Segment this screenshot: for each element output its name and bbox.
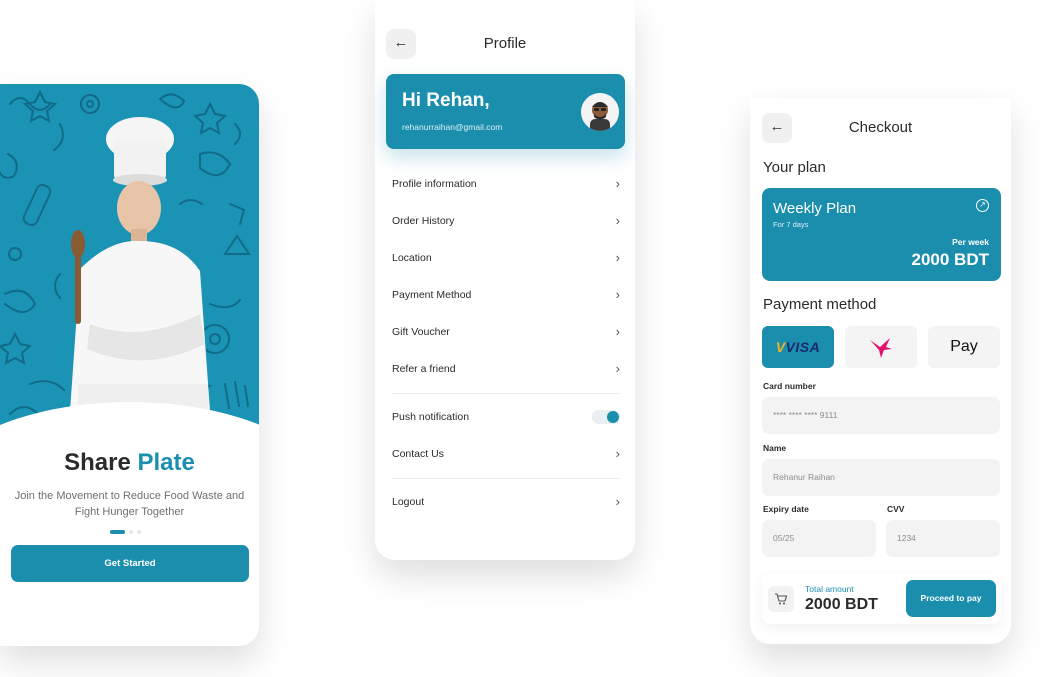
- cvv-field[interactable]: 1234: [886, 520, 1000, 557]
- plan-price: 2000 BDT: [911, 250, 989, 269]
- divider: [392, 478, 620, 479]
- chevron-right-icon: ›: [615, 213, 620, 228]
- plan-duration: For 7 days: [773, 220, 809, 229]
- onboarding-screen: Share Plate Join the Movement to Reduce …: [0, 84, 259, 646]
- menu-item-label: Contact Us: [392, 448, 444, 460]
- bird-logo-icon: [870, 337, 892, 358]
- onboarding-subtitle: Join the Movement to Reduce Food Waste a…: [14, 490, 245, 518]
- avatar[interactable]: [581, 93, 619, 131]
- get-started-button[interactable]: Get Started: [11, 545, 249, 582]
- menu-item-location[interactable]: Location ›: [392, 248, 620, 268]
- menu-item-label: Refer a friend: [392, 363, 456, 375]
- proceed-to-pay-button[interactable]: Proceed to pay: [906, 580, 996, 617]
- menu-item-gift-voucher[interactable]: Gift Voucher ›: [392, 322, 620, 342]
- menu-item-order-history[interactable]: Order History ›: [392, 211, 620, 231]
- user-card: Hi Rehan, rehanurraihan@gmail.com: [386, 74, 625, 149]
- name-field[interactable]: Rehanur Raihan: [762, 459, 1000, 496]
- page-indicator: [110, 530, 141, 534]
- app-title-part2: Plate: [137, 449, 195, 476]
- card-number-label: Card number: [763, 381, 816, 391]
- menu-item-label: Location: [392, 252, 432, 264]
- plan-card[interactable]: Weekly Plan For 7 days ↗ Per week 2000 B…: [762, 188, 1001, 281]
- cart-icon: [775, 593, 788, 605]
- chevron-right-icon: ›: [615, 494, 620, 509]
- chevron-right-icon: ›: [615, 287, 620, 302]
- expiry-date-label: Expiry date: [763, 504, 809, 514]
- total-amount-value: 2000 BDT: [805, 596, 878, 613]
- card-number-field[interactable]: **** **** **** 9111: [762, 397, 1000, 434]
- toggle-knob: [607, 411, 619, 423]
- cvv-label: CVV: [887, 504, 905, 514]
- visa-logo: VVISA: [775, 339, 821, 355]
- push-notification-toggle[interactable]: [592, 410, 620, 424]
- menu-item-push-notification: Push notification: [392, 407, 620, 427]
- chevron-right-icon: ›: [615, 176, 620, 191]
- total-amount-label: Total amount: [805, 584, 854, 594]
- app-title-part1: Share: [64, 449, 131, 476]
- menu-item-label: Gift Voucher: [392, 326, 450, 338]
- menu-item-refer-a-friend[interactable]: Refer a friend ›: [392, 359, 620, 379]
- page-dot: [137, 530, 141, 534]
- page-title: Profile: [483, 35, 527, 52]
- user-greeting: Hi Rehan,: [402, 90, 490, 111]
- plan-period: Per week: [952, 237, 989, 247]
- cart-button[interactable]: [768, 586, 794, 612]
- chevron-right-icon: ›: [615, 446, 620, 461]
- menu-item-label: Order History: [392, 215, 455, 227]
- menu-item-label: Profile information: [392, 178, 477, 190]
- app-title: Share Plate: [0, 449, 259, 477]
- avatar-image: [581, 93, 619, 131]
- your-plan-heading: Your plan: [763, 159, 826, 176]
- expiry-date-field[interactable]: 05/25: [762, 520, 876, 557]
- payment-option-apple-pay[interactable]: Pay: [928, 326, 1000, 368]
- apple-pay-logo: Pay: [950, 338, 978, 355]
- profile-screen: ← Profile Hi Rehan, rehanurraihan@gmail.…: [375, 0, 635, 560]
- page-dot-active: [110, 530, 125, 534]
- menu-item-contact-us[interactable]: Contact Us ›: [392, 444, 620, 464]
- chevron-right-icon: ›: [615, 250, 620, 265]
- menu-item-logout[interactable]: Logout ›: [392, 492, 620, 512]
- chevron-right-icon: ›: [615, 324, 620, 339]
- total-bar: Total amount 2000 BDT Proceed to pay: [762, 574, 1001, 624]
- page-title: Checkout: [848, 119, 913, 136]
- page-dot: [129, 530, 133, 534]
- name-label: Name: [763, 443, 787, 453]
- chevron-right-icon: ›: [615, 361, 620, 376]
- user-email: rehanurraihan@gmail.com: [402, 122, 503, 132]
- menu-item-label: Push notification: [392, 411, 470, 423]
- payment-option-visa[interactable]: VVISA: [762, 326, 834, 368]
- plan-name: Weekly Plan: [773, 200, 857, 217]
- divider: [392, 393, 620, 394]
- external-link-icon[interactable]: ↗: [976, 199, 989, 212]
- menu-item-label: Payment Method: [392, 289, 472, 301]
- menu-item-payment-method[interactable]: Payment Method ›: [392, 285, 620, 305]
- checkout-screen: ← Checkout Your plan Weekly Plan For 7 d…: [750, 98, 1011, 644]
- menu-item-label: Logout: [392, 496, 425, 508]
- payment-option-bird[interactable]: [845, 326, 917, 368]
- payment-method-heading: Payment method: [763, 296, 877, 313]
- menu-item-profile-information[interactable]: Profile information ›: [392, 174, 620, 194]
